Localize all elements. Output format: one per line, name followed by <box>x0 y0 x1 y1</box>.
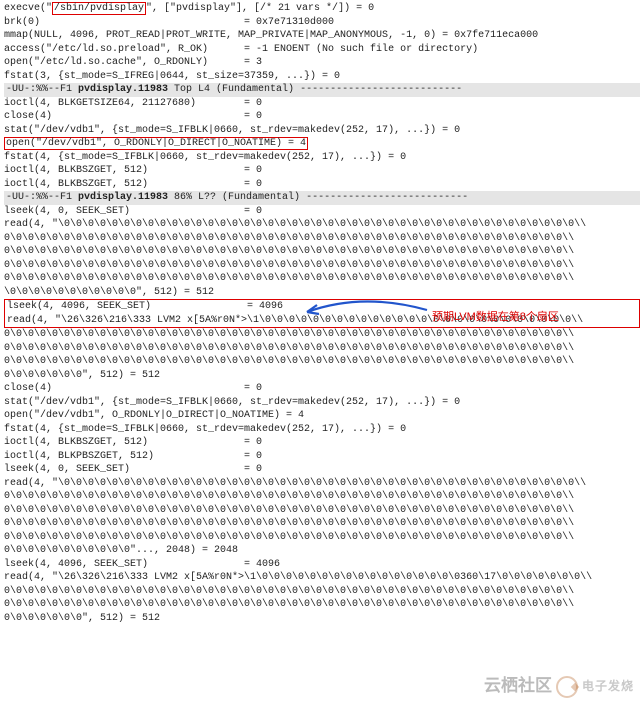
trace-line: ioctl(4, BLKBSZGET, 512) = 0 <box>4 178 640 192</box>
trace-line: 0\0\0\0\0\0\0", 512) = 512 <box>4 612 640 626</box>
trace-line: ioctl(4, BLKBSZGET, 512) = 0 <box>4 164 640 178</box>
trace-line: lseek(4, 4096, SEEK_SET) = 4096 <box>4 558 640 572</box>
trace-line: stat("/dev/vdb1", {st_mode=S_IFBLK|0660,… <box>4 124 640 138</box>
trace-line: 0\0\0\0\0\0\0\0\0\0\0\0\0\0\0\0\0\0\0\0\… <box>4 585 640 599</box>
trace-line: ioctl(4, BLKBSZGET, 512) = 0 <box>4 436 640 450</box>
modeline-position: Top L4 <box>174 83 210 97</box>
trace-line: read(4, "\0\0\0\0\0\0\0\0\0\0\0\0\0\0\0\… <box>4 218 640 232</box>
trace-line: fstat(4, {st_mode=S_IFBLK|0660, st_rdev=… <box>4 423 640 437</box>
watermark: 云栖社区 电子发烧 <box>484 675 634 698</box>
trace-line: read(4, "\0\0\0\0\0\0\0\0\0\0\0\0\0\0\0\… <box>4 477 640 491</box>
modeline-mode: (Fundamental) <box>222 191 300 205</box>
modeline-position: 86% L?? <box>174 191 216 205</box>
modeline-state: -UU-:%%--F1 <box>6 191 72 205</box>
annotation-text: 预期LVM数据在第8个扇区 <box>432 310 559 325</box>
annotation-arrow-icon <box>302 294 432 322</box>
trace-line: close(4) = 0 <box>4 110 640 124</box>
trace-line: 0\0\0\0\0\0\0\0\0\0\0"..., 2048) = 2048 <box>4 544 640 558</box>
trace-line: 0\0\0\0\0\0\0\0\0\0\0\0\0\0\0\0\0\0\0\0\… <box>4 531 640 545</box>
trace-line: 0\0\0\0\0\0\0", 512) = 512 <box>4 369 640 383</box>
trace-line: read(4, "\26\326\216\333 LVM2 x[5A%r0N*>… <box>4 571 640 585</box>
trace-line: ioctl(4, BLKGETSIZE64, 21127680) = 0 <box>4 97 640 111</box>
trace-line: mmap(NULL, 4096, PROT_READ|PROT_WRITE, M… <box>4 29 640 43</box>
highlighted-open-call: open("/dev/vdb1", O_RDONLY|O_DIRECT|O_NO… <box>4 137 640 151</box>
trace-line: 0\0\0\0\0\0\0\0\0\0\0\0\0\0\0\0\0\0\0\0\… <box>4 272 640 286</box>
trace-line: execve("/sbin/pvdisplay", ["pvdisplay"],… <box>4 2 640 16</box>
trace-line: 0\0\0\0\0\0\0\0\0\0\0\0\0\0\0\0\0\0\0\0\… <box>4 259 640 273</box>
modeline-state: -UU-:%%--F1 <box>6 83 72 97</box>
trace-line: 0\0\0\0\0\0\0\0\0\0\0\0\0\0\0\0\0\0\0\0\… <box>4 598 640 612</box>
modeline-mode: (Fundamental) <box>216 83 294 97</box>
trace-line: 0\0\0\0\0\0\0\0\0\0\0\0\0\0\0\0\0\0\0\0\… <box>4 490 640 504</box>
trace-line: stat("/dev/vdb1", {st_mode=S_IFBLK|0660,… <box>4 396 640 410</box>
trace-line: 0\0\0\0\0\0\0\0\0\0\0\0\0\0\0\0\0\0\0\0\… <box>4 232 640 246</box>
trace-line: fstat(4, {st_mode=S_IFBLK|0660, st_rdev=… <box>4 151 640 165</box>
trace-line: 0\0\0\0\0\0\0\0\0\0\0\0\0\0\0\0\0\0\0\0\… <box>4 355 640 369</box>
watermark-brand: 电子发烧 <box>582 678 634 694</box>
trace-line: 0\0\0\0\0\0\0\0\0\0\0\0\0\0\0\0\0\0\0\0\… <box>4 245 640 259</box>
watermark-logo-icon <box>556 676 578 698</box>
trace-line: close(4) = 0 <box>4 382 640 396</box>
modeline-file: pvdisplay.11983 <box>78 83 168 97</box>
trace-line: access("/etc/ld.so.preload", R_OK) = -1 … <box>4 43 640 57</box>
trace-line: lseek(4, 0, SEEK_SET) = 0 <box>4 463 640 477</box>
trace-line: lseek(4, 0, SEEK_SET) = 0 <box>4 205 640 219</box>
trace-line: fstat(3, {st_mode=S_IFREG|0644, st_size=… <box>4 70 640 84</box>
emacs-modeline: -UU-:%%--F1 pvdisplay.11983 Top L4 (Fund… <box>4 83 640 97</box>
trace-line: 0\0\0\0\0\0\0\0\0\0\0\0\0\0\0\0\0\0\0\0\… <box>4 517 640 531</box>
trace-line: 0\0\0\0\0\0\0\0\0\0\0\0\0\0\0\0\0\0\0\0\… <box>4 328 640 342</box>
watermark-text: 云栖社区 <box>484 675 552 698</box>
highlighted-path: /sbin/pvdisplay <box>52 2 146 15</box>
trace-line: 0\0\0\0\0\0\0\0\0\0\0\0\0\0\0\0\0\0\0\0\… <box>4 504 640 518</box>
trace-line: 0\0\0\0\0\0\0\0\0\0\0\0\0\0\0\0\0\0\0\0\… <box>4 342 640 356</box>
trace-line: ioctl(4, BLKPBSZGET, 512) = 0 <box>4 450 640 464</box>
emacs-modeline: -UU-:%%--F1 pvdisplay.11983 86% L?? (Fun… <box>4 191 640 205</box>
modeline-file: pvdisplay.11983 <box>78 191 168 205</box>
trace-line: brk(0) = 0x7e71310d000 <box>4 16 640 30</box>
trace-line: open("/dev/vdb1", O_RDONLY|O_DIRECT|O_NO… <box>4 409 640 423</box>
trace-line: open("/etc/ld.so.cache", O_RDONLY) = 3 <box>4 56 640 70</box>
